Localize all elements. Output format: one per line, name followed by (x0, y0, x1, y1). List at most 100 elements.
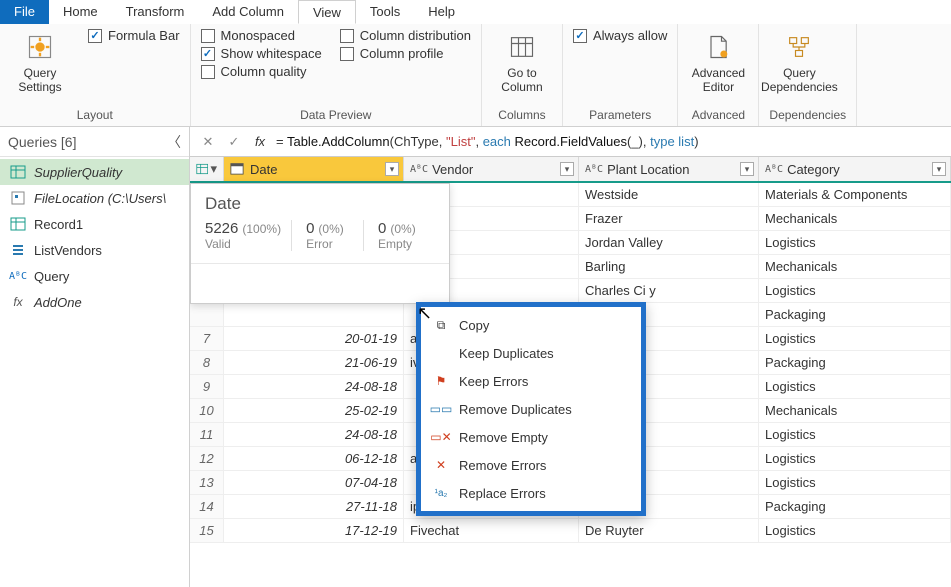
popover-footer (191, 263, 449, 303)
ribbon-group-data-preview: Monospaced Show whitespace Column qualit… (191, 24, 482, 126)
query-item-4[interactable]: AᴮCQuery (0, 263, 189, 289)
formula-accept-button[interactable]: ✓ (224, 134, 244, 150)
checkbox-formula-bar[interactable]: Formula Bar (88, 28, 180, 43)
formula-cancel-button[interactable]: ✕ (198, 134, 218, 150)
checkbox-column-quality[interactable]: Column quality (201, 64, 322, 79)
cell-date: 21-06-19 (224, 351, 404, 374)
remove-duplicates-icon: ▭▭ (433, 401, 449, 417)
popover-title: Date (191, 184, 449, 214)
column-header-plant[interactable]: AᴮC Plant Location ▾ (579, 157, 759, 181)
type-icon-abc: AᴮC (410, 164, 428, 175)
queries-pane: Queries [6] 〈 SupplierQualityFileLocatio… (0, 127, 190, 587)
cell-plant: Charles Ci y (579, 279, 759, 302)
gear-icon (23, 30, 57, 64)
tk-a1: ChType (394, 134, 439, 149)
tab-home[interactable]: Home (49, 0, 112, 24)
column-header-category[interactable]: AᴮC Category ▾ (759, 157, 951, 181)
query-item-label: AddOne (34, 295, 82, 310)
remove-errors-icon: ✕ (433, 457, 449, 473)
formula-prefix: = (276, 134, 287, 149)
cell-category: Packaging (759, 303, 951, 326)
checkbox-show-whitespace[interactable]: Show whitespace (201, 46, 322, 61)
fx-icon[interactable]: fx (250, 134, 270, 149)
cell-category: Mechanicals (759, 255, 951, 278)
list-icon (10, 242, 26, 258)
query-item-label: Query (34, 269, 69, 284)
checkbox-always-allow[interactable]: Always allow (573, 28, 667, 43)
popover-error-value: 0 (306, 220, 314, 237)
column-filter-category[interactable]: ▾ (932, 162, 946, 176)
tab-add-column[interactable]: Add Column (198, 0, 298, 24)
column-filter-plant[interactable]: ▾ (740, 162, 754, 176)
column-header-category-label: Category (787, 162, 840, 177)
collapse-icon[interactable]: 〈 (167, 132, 181, 152)
column-header-vendor[interactable]: AᴮC Vendor ▾ (404, 157, 579, 181)
formula-bar: ✕ ✓ fx = Table.AddColumn(ChType, "List",… (190, 127, 951, 157)
ctx-copy-label: Copy (459, 318, 489, 333)
ctx-remove-empty[interactable]: ▭✕Remove Empty (421, 423, 641, 451)
queries-pane-header[interactable]: Queries [6] 〈 (0, 127, 189, 157)
query-dependencies-label: Query Dependencies (761, 66, 838, 94)
query-dependencies-button[interactable]: Query Dependencies (769, 28, 829, 94)
checkbox-show-whitespace-label: Show whitespace (221, 46, 322, 61)
cell-date: 24-08-18 (224, 423, 404, 446)
tab-view[interactable]: View (298, 0, 356, 24)
tab-help[interactable]: Help (414, 0, 469, 24)
popover-empty-pct: (0%) (390, 222, 415, 236)
tab-transform[interactable]: Transform (112, 0, 199, 24)
query-settings-button[interactable]: Query Settings (10, 28, 70, 94)
ctx-remove-errors[interactable]: ✕Remove Errors (421, 451, 641, 479)
tab-file[interactable]: File (0, 0, 49, 24)
query-item-2[interactable]: Record1 (0, 211, 189, 237)
query-item-label: Record1 (34, 217, 83, 232)
tab-tools[interactable]: Tools (356, 0, 414, 24)
popover-empty: 0(0%) Empty (363, 220, 435, 251)
goto-column-button[interactable]: Go to Column (492, 28, 552, 94)
column-header-date[interactable]: Date ▾ (224, 157, 404, 181)
checkbox-column-distribution[interactable]: Column distribution (340, 28, 471, 43)
ctx-replace-errors[interactable]: ¹a₂Replace Errors (421, 479, 641, 507)
group-label-advanced: Advanced (688, 106, 748, 126)
group-label-dependencies: Dependencies (769, 106, 846, 126)
table-row[interactable]: 1517-12-19FivechatDe RuyterLogistics (190, 519, 951, 543)
ribbon: Query Settings Formula Bar Layout Monosp… (0, 24, 951, 127)
cell-category: Logistics (759, 375, 951, 398)
column-headers: ▾ Date ▾ AᴮC Vendor ▾ AᴮC Plant Location (190, 157, 951, 183)
cell-plant: Jordan Valley (579, 231, 759, 254)
cell-rownum (190, 303, 224, 326)
cell-plant: De Ruyter (579, 519, 759, 542)
checkbox-column-distribution-label: Column distribution (360, 28, 471, 43)
column-header-row-number[interactable]: ▾ (190, 157, 224, 181)
cell-category: Mechanicals (759, 207, 951, 230)
query-item-5[interactable]: fxAddOne (0, 289, 189, 315)
group-label-data-preview: Data Preview (201, 106, 471, 126)
column-filter-vendor[interactable]: ▾ (560, 162, 574, 176)
checkbox-monospaced[interactable]: Monospaced (201, 28, 322, 43)
checkbox-column-profile[interactable]: Column profile (340, 46, 471, 61)
cell-category: Logistics (759, 231, 951, 254)
table-icon (10, 216, 26, 232)
cell-rownum: 9 (190, 375, 224, 398)
query-item-0[interactable]: SupplierQuality (0, 159, 189, 185)
cell-category: Mechanicals (759, 399, 951, 422)
ctx-keep-duplicates[interactable]: Keep Duplicates (421, 339, 641, 367)
ctx-keep-errors[interactable]: ⚑Keep Errors (421, 367, 641, 395)
query-item-3[interactable]: ListVendors (0, 237, 189, 263)
checkbox-formula-bar-label: Formula Bar (108, 28, 180, 43)
cell-rownum: 15 (190, 519, 224, 542)
formula-text[interactable]: = Table.AddColumn(ChType, "List", each R… (276, 134, 699, 150)
copy-icon: ⧉ (433, 317, 449, 333)
ctx-copy[interactable]: ⧉ Copy (421, 311, 641, 339)
group-label-parameters: Parameters (573, 106, 667, 126)
advanced-editor-label: Advanced Editor (692, 66, 745, 94)
advanced-editor-button[interactable]: Advanced Editor (688, 28, 748, 94)
context-menu-highlight: ↖ ⧉Copy Keep Duplicates ⚑Keep Errors ▭▭R… (416, 302, 646, 516)
column-filter-date[interactable]: ▾ (385, 162, 399, 176)
column-summary-popover: Date 5226(100%) Valid 0(0%) Error 0(0%) … (190, 183, 450, 304)
type-icon-abc2: AᴮC (585, 164, 603, 175)
cell-date: 07-04-18 (224, 471, 404, 494)
context-menu: ⧉ Copy Keep Duplicates ⚑Keep Errors ▭▭ Rem… (421, 307, 641, 511)
query-item-1[interactable]: FileLocation (C:\Users\ (0, 185, 189, 211)
ctx-remove-duplicates[interactable]: ▭▭ Remove Duplicates (421, 395, 641, 423)
ctx-remove-duplicates-label: Remove Duplicates (459, 402, 572, 417)
